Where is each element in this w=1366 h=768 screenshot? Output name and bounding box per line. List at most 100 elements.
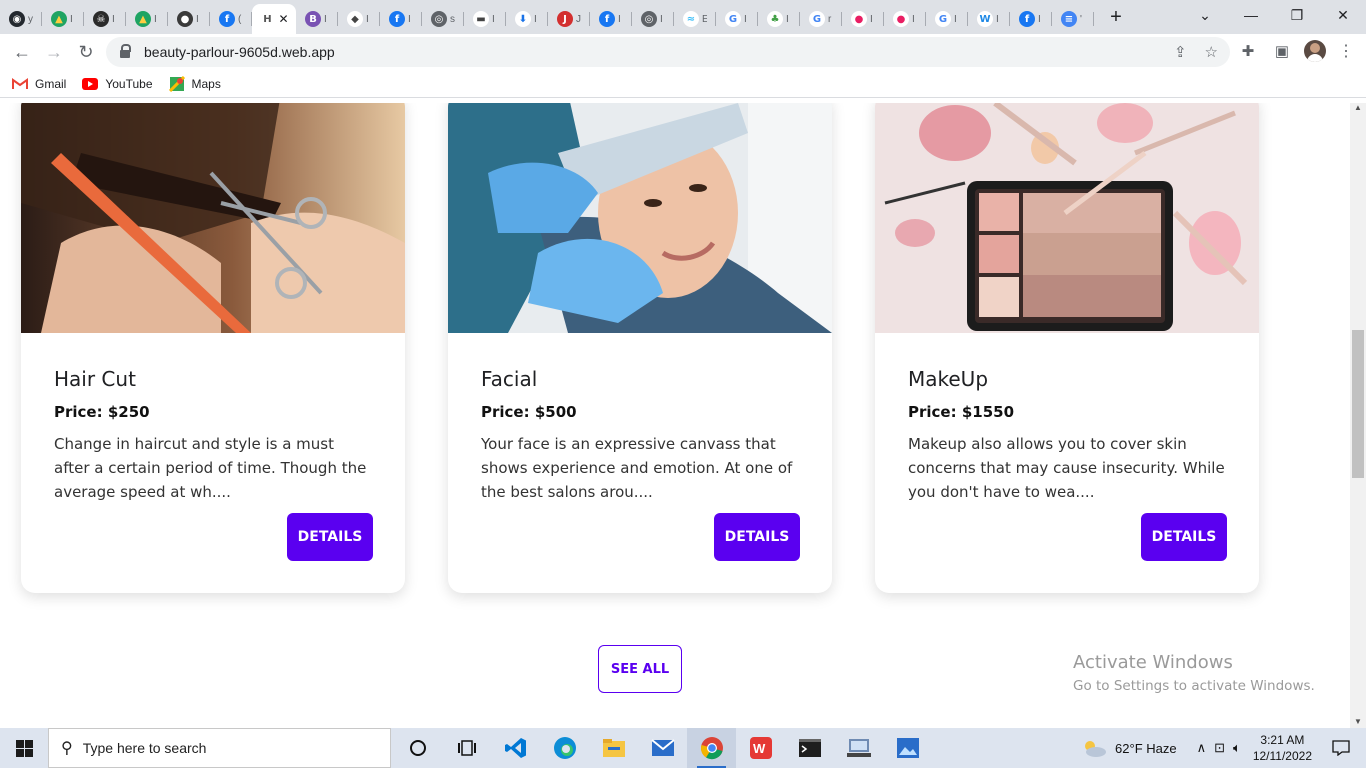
browser-tab[interactable]: ⬇ I [506,4,548,34]
weather-text: 62°F Haze [1115,740,1177,756]
diamond-icon: ◆ [347,11,363,27]
menu-kebab-icon[interactable]: ⋮ [1336,41,1356,61]
tab-title: J [576,13,581,25]
browser-tab[interactable]: ☠ I [84,4,126,34]
reload-icon[interactable]: ↻ [70,37,102,69]
volume-icon[interactable]: 🔈︎ [1233,740,1241,756]
bookmark-label: Gmail [35,77,67,91]
back-arrow-icon[interactable]: ← [6,37,38,69]
browser-tab[interactable]: ♣ I [758,4,800,34]
browser-tab[interactable]: ▲ I [126,4,168,34]
browser-tab[interactable]: ◎ s [422,4,464,34]
lock-icon[interactable] [120,44,131,58]
browser-tab[interactable]: ◆ I [338,4,380,34]
service-description: Makeup also allows you to cover skin con… [908,435,1225,501]
browser-tab[interactable]: ▬ I [464,4,506,34]
browser-tab[interactable]: fI [380,4,422,34]
tab-title: r [828,13,832,25]
taskbar-search[interactable]: ⚲ Type here to search [48,728,391,768]
chevron-up-icon[interactable]: ∧ [1197,740,1207,756]
scrollbar-thumb[interactable] [1352,330,1364,478]
mail-icon[interactable] [638,728,687,768]
page-scrollbar[interactable]: ▲ ▼ [1350,103,1366,728]
tab-title: I [786,13,789,25]
extensions-puzzle-icon[interactable]: ✚ [1236,36,1260,66]
download-icon: ⬇ [515,11,531,27]
tab-title: I [534,13,537,25]
url-text[interactable]: beauty-parlour-9605d.web.app [144,44,335,60]
weather-widget[interactable]: 62°F Haze [1081,738,1177,758]
details-button[interactable]: DETAILS [714,513,800,561]
browser-tab[interactable]: BI [296,4,338,34]
new-tab-button[interactable]: + [1098,2,1134,32]
browser-tab[interactable]: ◎ I [632,4,674,34]
tab-active[interactable]: H ✕ [252,4,296,34]
scroll-up-icon[interactable]: ▲ [1354,103,1362,112]
tab-title: I [618,13,621,25]
browser-tab[interactable]: WI [968,4,1010,34]
watermark-title: Activate Windows [1073,652,1233,673]
cloudy-weather-icon [1085,741,1107,757]
browser-tab[interactable]: ▲ I [42,4,84,34]
details-button[interactable]: DETAILS [1141,513,1227,561]
activate-windows-watermark: Activate Windows Go to Settings to activ… [1073,652,1315,694]
bookmark-youtube[interactable]: YouTube [82,77,153,91]
clock-time: 3:21 AM [1260,733,1305,747]
chrome-icon[interactable] [687,728,736,768]
edge-icon[interactable] [540,728,589,768]
task-view-icon[interactable] [442,728,491,768]
facebook-icon: f [1019,11,1035,27]
wps-office-icon[interactable]: W [736,728,785,768]
close-window-button[interactable]: ✕ [1320,0,1366,30]
browser-tab[interactable]: JJ [548,4,590,34]
browser-tab[interactable]: ◉ y [0,4,42,34]
tab-search-chevron-icon[interactable]: ⌄ [1182,0,1228,30]
browser-tab[interactable]: GI [716,4,758,34]
vscode-icon[interactable] [491,728,540,768]
cortana-icon[interactable] [393,728,442,768]
tailwind-icon: ≈ [683,11,699,27]
browser-tab[interactable]: ● I [842,4,884,34]
address-bar[interactable]: beauty-parlour-9605d.web.app ⇪ ☆ [106,37,1230,67]
browser-tab[interactable]: GI [926,4,968,34]
profile-avatar[interactable] [1304,40,1326,62]
minimize-button[interactable]: — [1228,0,1274,30]
bookmark-maps[interactable]: Maps [168,76,221,92]
browser-tab[interactable]: ≈ E [674,4,716,34]
scroll-down-icon[interactable]: ▼ [1354,717,1362,726]
browser-tab[interactable]: Gr [800,4,842,34]
search-icon: ⚲ [61,740,73,757]
browser-tab[interactable]: fI [590,4,632,34]
see-all-button[interactable]: SEE ALL [598,645,682,693]
tab-title: I [954,13,957,25]
share-icon[interactable]: ⇪ [1174,43,1187,61]
forward-arrow-icon[interactable]: → [38,37,70,69]
network-app-icon[interactable] [834,728,883,768]
terminal-icon[interactable] [785,728,834,768]
side-panel-icon[interactable]: ▣ [1270,36,1294,66]
browser-tab[interactable]: ≡ ' [1052,4,1094,34]
close-tab-icon[interactable]: ✕ [278,12,288,26]
tab-title: y [28,13,33,25]
bookmark-gmail[interactable]: Gmail [12,77,66,91]
service-card-facial: Facial Price: $500 Your face is an expre… [448,103,832,593]
network-icon[interactable]: ⊡ [1214,740,1225,756]
tab-title: I [366,13,369,25]
details-button[interactable]: DETAILS [287,513,373,561]
service-title: Facial [481,367,538,391]
tab-title: I [744,13,747,25]
browser-tab[interactable]: f( [210,4,252,34]
browser-tab[interactable]: ● I [168,4,210,34]
file-explorer-icon[interactable] [589,728,638,768]
browser-tab[interactable]: fI [1010,4,1052,34]
start-button[interactable] [0,728,48,768]
search-placeholder: Type here to search [82,740,207,756]
bookmark-star-icon[interactable]: ☆ [1205,43,1218,61]
photos-icon[interactable] [883,728,932,768]
clock[interactable]: 3:21 AM 12/11/2022 [1253,732,1312,764]
browser-toolbar: ← → ↻ beauty-parlour-9605d.web.app ⇪ ☆ ✚… [0,34,1366,71]
notification-icon[interactable] [1328,728,1354,768]
restore-button[interactable]: ❐ [1274,0,1320,30]
tab-title: I [70,13,73,25]
browser-tab[interactable]: ● I [884,4,926,34]
